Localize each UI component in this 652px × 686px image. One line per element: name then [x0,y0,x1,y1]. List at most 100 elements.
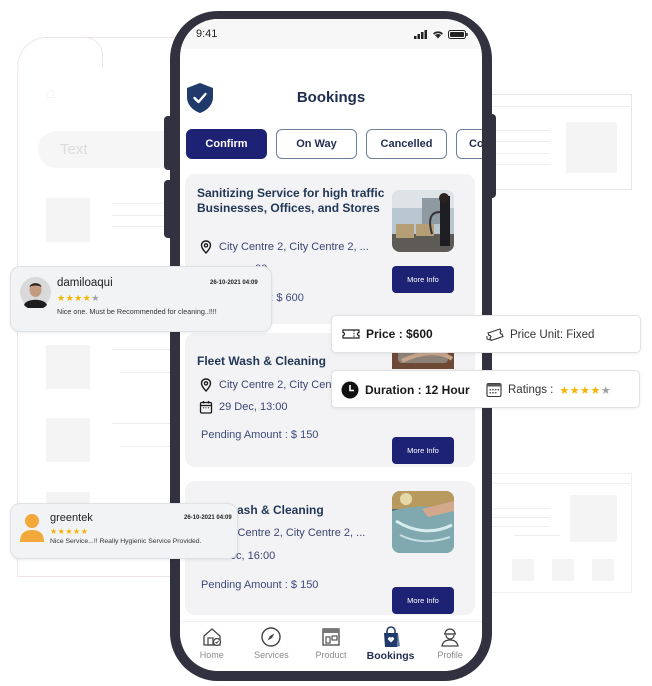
compass-icon [261,627,282,647]
more-info-button[interactable]: More Info [392,587,454,614]
wireframe-line [490,517,550,518]
wireframe-line [112,203,172,204]
phone-side-button [486,114,496,198]
wireframe-thumb [592,559,614,581]
nav-product[interactable]: Product [302,622,360,671]
nav-services[interactable]: Services [242,622,300,671]
booking-title: Sanitizing Service for high traffic Busi… [197,186,385,215]
tab-on-way[interactable]: On Way [276,129,357,159]
background-wireframe-notch [17,37,103,67]
wireframe-thumb [552,559,574,581]
star-filled-icon: ★ [57,293,66,303]
star-filled-icon: ★ [65,527,74,536]
avatar [20,277,51,308]
thumbnail-image [392,190,454,252]
location-pin-icon [200,378,212,392]
wireframe-line [120,446,172,447]
more-info-button[interactable]: More Info [392,266,454,293]
duration-label: Duration : 12 Hour [365,383,470,397]
wireframe-thumb [512,559,534,581]
wireframe-thumb [46,198,90,242]
status-icons [414,29,468,39]
star-filled-icon: ★ [569,384,581,397]
wireframe-home-icon: ⌂ [46,85,56,102]
star-filled-icon: ★ [73,527,81,536]
wireframe-thumb [46,418,90,462]
review-text: Nice one. Must be Recommended for cleani… [57,307,217,316]
tab-cancelled[interactable]: Cancelled [366,129,447,159]
wireframe-line [490,141,550,142]
ticket-icon [342,329,360,339]
reviewer-name: damiloaqui [57,277,113,289]
wireframe-line [490,526,550,527]
user-avatar-icon [20,514,44,542]
star-filled-icon: ★ [50,527,58,536]
booking-status-tabs: Confirm On Way Cancelled Co [186,129,482,159]
worker-profile-icon [441,628,459,647]
bottom-navigation: Home Services Product Bookings Profile [180,621,482,671]
wireframe-thumb [46,345,90,389]
star-rating: ★★★★★ [50,527,88,536]
wireframe-line [490,130,550,131]
wireframe-line [490,106,630,107]
star-filled-icon: ★ [74,293,83,303]
clock-icon [341,381,359,399]
location-text: City Centre 2, City Centre 2, ... [219,241,369,253]
battery-icon [448,29,468,39]
car-wash-photo [392,491,454,553]
wireframe-line [112,349,172,350]
pending-amount: Pending Amount : $ 150 [201,579,319,591]
nav-bookings[interactable]: Bookings [362,622,420,671]
booking-date: 29 Dec, 13:00 [199,400,288,414]
nav-home[interactable]: Home [183,622,241,671]
review-text: Nice Service...!! Really Hygienic Servic… [50,538,202,545]
tickets-icon [486,328,504,342]
nav-label: Bookings [366,650,415,662]
phone-side-button [164,180,174,238]
nav-label: Profile [437,650,463,660]
sanitizing-service-photo [392,190,454,252]
more-info-button[interactable]: More Info [392,437,454,464]
wifi-icon [433,30,443,38]
wireframe-line [514,535,560,536]
location-pin-icon [200,240,212,254]
tab-completed[interactable]: Co [456,129,482,159]
price-label: Price : $600 [366,327,433,341]
review-date: 26-10-2021 04:09 [184,515,232,521]
nav-label: Product [315,650,347,660]
pending-amount: Pending Amount : $ 150 [201,429,319,441]
nav-profile[interactable]: Profile [421,622,479,671]
duration-info-panel: Duration : 12 Hour Ratings : ★★★★★ [331,370,640,408]
price-unit-label: Price Unit: Fixed [510,328,595,341]
signal-icon [414,29,427,39]
wireframe-line [112,423,172,424]
star-empty-icon: ★ [91,293,100,303]
shopping-bag-icon [383,626,400,647]
wireframe-line [112,215,172,216]
status-time: 9:41 [196,28,218,40]
wireframe-line [490,508,550,509]
booking-location: City Centre 2, City Centre 2, ... [199,240,369,254]
price-info-panel: Price : $600 Price Unit: Fixed [331,315,641,353]
booking-location: City Centre 2, City Cent [199,378,335,392]
wireframe-line [490,153,550,154]
wireframe-thumb [570,495,617,542]
tab-confirm[interactable]: Confirm [186,129,267,159]
location-text: City Centre 2, City Cent [219,379,335,391]
star-rating: ★★★★★ [559,384,611,397]
star-empty-icon: ★ [600,384,612,397]
page-title: Bookings [296,89,366,106]
status-bar: 9:41 [180,19,482,49]
location-text: y Centre 2, City Centre 2, ... [229,527,366,539]
nav-label: Home [199,650,224,660]
star-rating: ★★★★★ [57,294,100,303]
review-date: 26-10-2021 04:09 [210,280,258,286]
review-card: damiloaqui 26-10-2021 04:09 ★★★★★ Nice o… [10,266,272,332]
store-icon [322,628,340,646]
thumbnail-image [392,491,454,553]
star-filled-icon: ★ [590,384,601,397]
header: Bookings [180,79,482,119]
star-filled-icon: ★ [80,527,89,536]
ratings-label: Ratings : [508,384,554,396]
date-text: 29 Dec, 13:00 [219,401,288,413]
